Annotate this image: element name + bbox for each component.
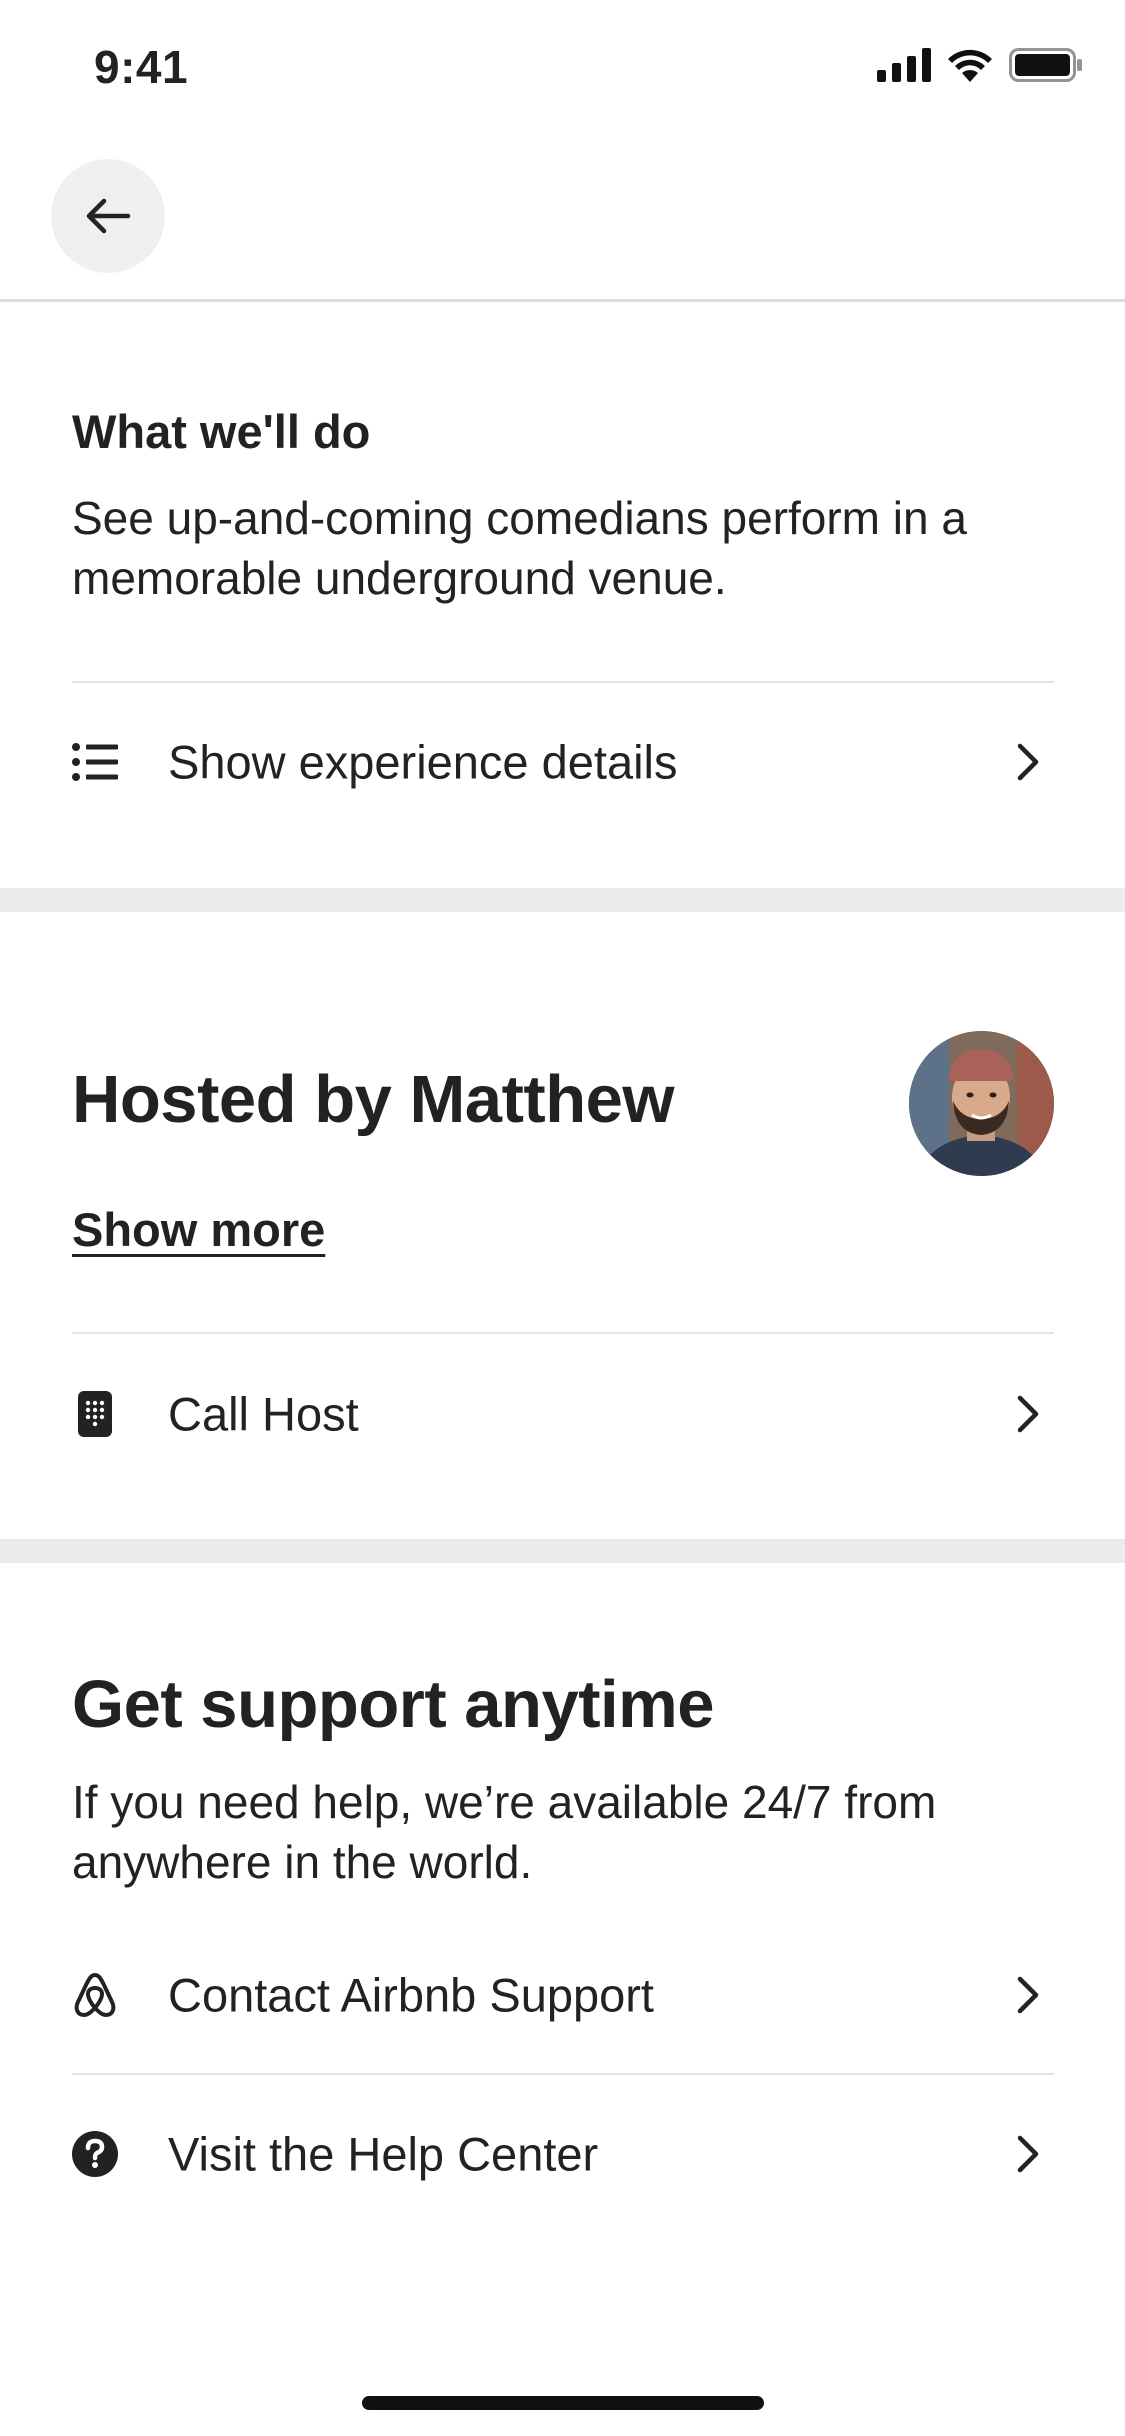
visit-help-center-label: Visit the Help Center — [168, 2127, 599, 2181]
what-we-do-description: See up-and-coming comedians perform in a… — [72, 488, 1062, 608]
what-we-do-title: What we'll do — [72, 405, 371, 458]
separator — [72, 1332, 1054, 1334]
what-we-do-description-line2: memorable underground venue. — [72, 552, 727, 604]
top-navigation-bar — [0, 135, 1125, 302]
arrow-left-icon — [86, 198, 131, 234]
chevron-right-icon — [1012, 1975, 1044, 2015]
chevron-right-icon — [1012, 742, 1044, 782]
call-host-label: Call Host — [168, 1387, 359, 1441]
help-circle-icon — [72, 2131, 118, 2177]
home-indicator[interactable] — [362, 2396, 764, 2410]
show-more-link[interactable]: Show more — [72, 1202, 325, 1257]
status-time: 9:41 — [94, 41, 189, 93]
list-icon — [72, 739, 118, 785]
host-photo — [909, 1031, 1054, 1176]
phone-keypad-icon — [72, 1391, 118, 1437]
status-bar: 9:41 — [0, 0, 1125, 135]
host-avatar[interactable] — [909, 1031, 1054, 1176]
show-experience-details-label: Show experience details — [168, 735, 678, 789]
cellular-signal-icon — [877, 48, 931, 82]
status-icons — [877, 48, 1083, 82]
support-title: Get support anytime — [72, 1667, 714, 1742]
show-experience-details-row[interactable]: Show experience details — [0, 692, 1125, 832]
host-title: Hosted by Matthew — [72, 1062, 675, 1137]
contact-airbnb-support-row[interactable]: Contact Airbnb Support — [0, 1925, 1125, 2065]
contact-airbnb-support-label: Contact Airbnb Support — [168, 1968, 654, 2022]
support-description-line1: If you need help, we’re available 24/7 f… — [72, 1776, 937, 1828]
visit-help-center-row[interactable]: Visit the Help Center — [0, 2084, 1125, 2224]
what-we-do-description-line1: See up-and-coming comedians perform in a — [72, 492, 967, 544]
battery-icon — [1009, 48, 1082, 82]
section-divider — [0, 1539, 1125, 1563]
back-button[interactable] — [51, 159, 165, 273]
section-divider — [0, 888, 1125, 912]
support-description: If you need help, we’re available 24/7 f… — [72, 1772, 1062, 1892]
separator — [72, 681, 1054, 683]
wifi-icon — [948, 49, 992, 82]
chevron-right-icon — [1012, 1394, 1044, 1434]
support-description-line2: anywhere in the world. — [72, 1836, 533, 1888]
call-host-row[interactable]: Call Host — [0, 1344, 1125, 1484]
chevron-right-icon — [1012, 2134, 1044, 2174]
separator — [72, 2073, 1054, 2075]
airbnb-logo-icon — [72, 1972, 118, 2018]
